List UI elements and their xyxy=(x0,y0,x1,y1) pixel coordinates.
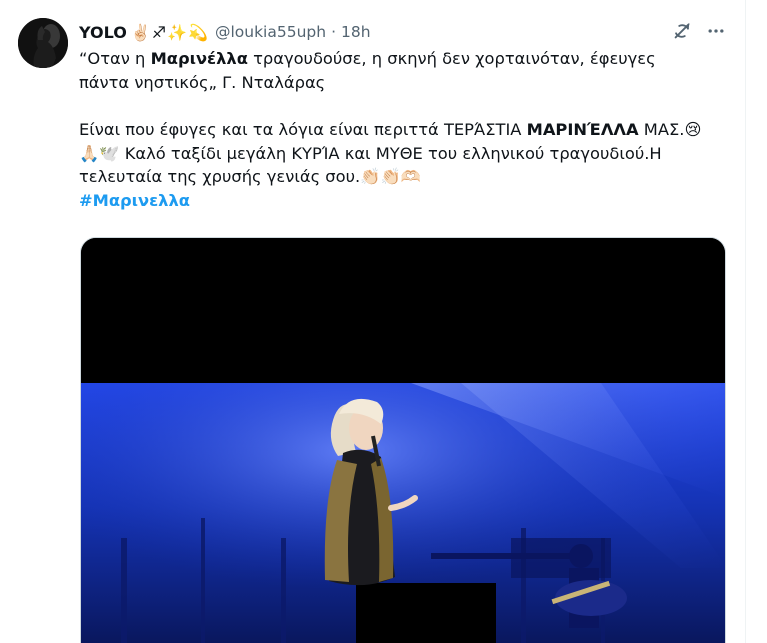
bold-name: Μαρινέλλα xyxy=(150,49,248,68)
tweet-header: YOLO ✌🏻♐✨💫 @loukia55uph · 18h xyxy=(79,20,371,44)
text-segment: τραγουδούσε, η σκηνή δεν χορταινόταν, έφ… xyxy=(247,49,656,68)
separator-dot: · xyxy=(331,23,336,41)
avatar-silhouette-icon xyxy=(18,18,68,68)
hashtag-link[interactable]: #Μαρινελλα xyxy=(79,191,190,210)
tweet-card[interactable]: YOLO ✌🏻♐✨💫 @loukia55uph · 18h “Οταν η Μα… xyxy=(0,0,767,643)
text-line-2: πάντα νηστικός„ Γ. Νταλάρας xyxy=(79,72,326,92)
timeline-divider xyxy=(745,0,746,643)
name-badges: ✌🏻♐✨💫 xyxy=(130,22,209,42)
text-line-5: τελευταία της χρυσής γενιάς σου.👏🏻👏🏻🫶🏻 xyxy=(79,167,421,186)
video-thumbnail xyxy=(81,238,725,643)
text-line-3: Είναι που έφυγες και τα λόγια είναι περι… xyxy=(79,118,729,142)
video-player[interactable] xyxy=(80,237,726,643)
text-segment: “Οταν η xyxy=(79,49,151,68)
text-segment: ΜΑΣ.😢 xyxy=(638,120,702,139)
display-name[interactable]: YOLO xyxy=(79,23,127,42)
timestamp[interactable]: 18h xyxy=(341,23,371,41)
user-handle[interactable]: @loukia55uph xyxy=(215,23,326,41)
text-segment: Είναι που έφυγες και τα λόγια είναι περι… xyxy=(79,120,527,139)
grok-icon xyxy=(674,22,690,39)
text-line-1: “Οταν η Μαρινέλλα τραγουδούσε, η σκηνή δ… xyxy=(79,47,729,71)
more-options-button[interactable] xyxy=(704,19,728,43)
avatar[interactable] xyxy=(18,18,68,68)
grok-button[interactable] xyxy=(670,19,694,43)
bold-name: ΜΑΡΙΝΈΛΛΑ xyxy=(526,120,639,139)
tweet-text: “Οταν η Μαρινέλλα τραγουδούσε, η σκηνή δ… xyxy=(79,47,729,212)
more-options-icon xyxy=(708,29,724,33)
text-line-4: 🙏🏻🕊️ Καλό ταξίδι μεγάλη ΚΥΡΊΑ και ΜΥΘΕ τ… xyxy=(79,143,662,163)
